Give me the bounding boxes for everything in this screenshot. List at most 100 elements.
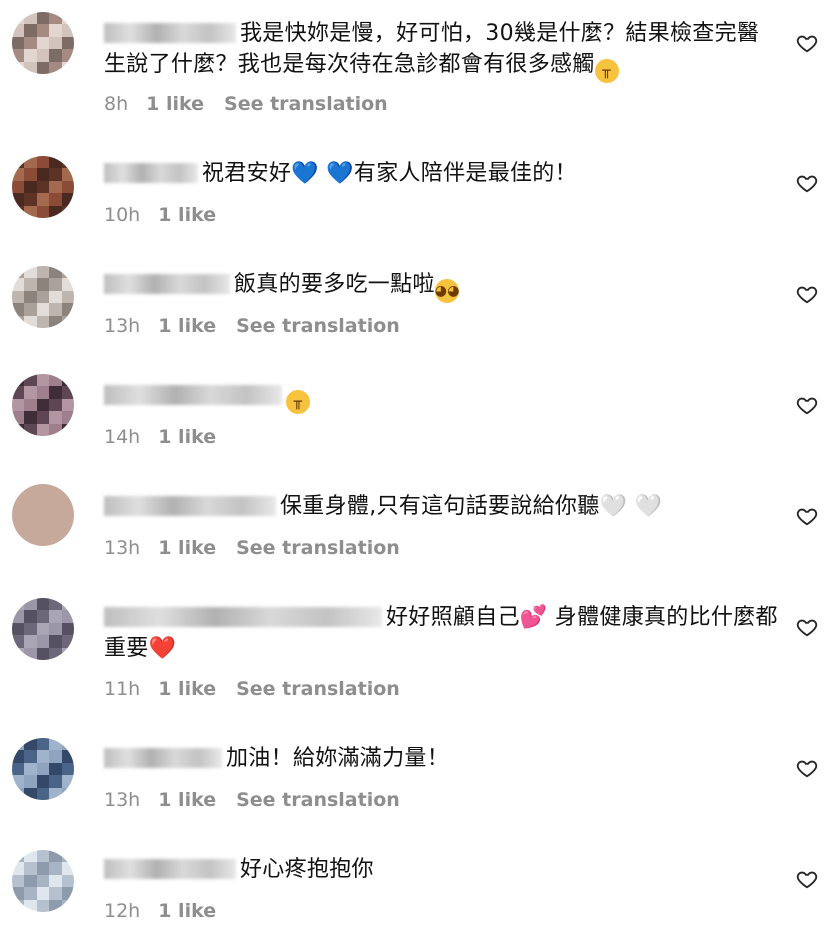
avatar-pixel (61, 266, 74, 279)
avatar-pixel (49, 49, 62, 62)
avatar-pixel (12, 12, 25, 25)
avatar-pixel (12, 775, 25, 788)
avatar-pixel (61, 278, 74, 291)
heart-outline-icon[interactable] (796, 283, 818, 305)
heart-outline-icon[interactable] (796, 757, 818, 779)
comment-meta: 8h 1 like See translation (104, 92, 388, 116)
avatar-pixel (12, 315, 25, 328)
avatar-pixel (24, 787, 37, 800)
comment-text: 加油！給妳滿滿力量！ (104, 743, 780, 774)
avatar-pixel (36, 610, 50, 623)
avatar-pixel (61, 484, 74, 497)
heart-outline-icon[interactable] (796, 868, 818, 890)
avatar-pixel (36, 386, 50, 399)
heart-outline-icon[interactable] (796, 616, 818, 638)
avatar-pixel (24, 887, 37, 900)
timestamp: 8h (104, 93, 129, 115)
avatar-pixel (24, 423, 37, 436)
username-blurred[interactable] (104, 163, 198, 183)
see-translation-link[interactable]: See translation (236, 789, 400, 811)
avatar-pixel (24, 750, 37, 763)
heart-outline-icon[interactable] (796, 394, 818, 416)
avatar-pixel (49, 484, 62, 497)
avatar-pixel (49, 12, 62, 25)
avatar-pixel (24, 496, 37, 509)
avatar-pixel (12, 411, 25, 424)
like-count[interactable]: 1 like (158, 204, 216, 226)
avatar-pixel (24, 24, 37, 37)
avatar-pixel (61, 610, 74, 623)
avatar-pixel (61, 635, 74, 648)
username-blurred[interactable] (104, 385, 282, 405)
avatar[interactable] (12, 156, 74, 218)
avatar-pixel (36, 61, 50, 74)
username-blurred[interactable] (104, 496, 276, 516)
avatar[interactable] (12, 850, 74, 912)
avatar[interactable] (12, 374, 74, 436)
avatar-pixel (49, 887, 62, 900)
like-count[interactable]: 1 like (158, 315, 216, 337)
avatar-pixel (61, 24, 74, 37)
heart-outline-icon[interactable] (796, 32, 818, 54)
avatar[interactable] (12, 484, 74, 546)
timestamp: 13h (104, 315, 141, 337)
comment-text: 祝君安好💙 💙有家人陪伴是最佳的！ (104, 158, 780, 189)
avatar-pixel (24, 386, 37, 399)
avatar[interactable] (12, 738, 74, 800)
avatar[interactable] (12, 266, 74, 328)
like-count[interactable]: 1 like (158, 678, 216, 700)
avatar-pixel (61, 598, 74, 611)
avatar-pixel (24, 521, 37, 534)
like-count[interactable]: 1 like (158, 900, 216, 922)
avatar-pixel (49, 168, 62, 181)
avatar-pixel (49, 303, 62, 316)
username-blurred[interactable] (104, 859, 236, 879)
comment-meta: 12h 1 like (104, 899, 236, 923)
like-count[interactable]: 1 like (158, 426, 216, 448)
username-blurred[interactable] (104, 274, 230, 294)
avatar-pixel (49, 156, 62, 169)
avatar-pixel (24, 156, 37, 169)
avatar-pixel (61, 874, 74, 888)
see-translation-link[interactable]: See translation (236, 537, 400, 559)
like-count[interactable]: 1 like (146, 93, 204, 115)
see-translation-link[interactable]: See translation (224, 93, 388, 115)
avatar-pixel (12, 874, 25, 888)
heart-outline-icon[interactable] (796, 505, 818, 527)
username-blurred[interactable] (104, 748, 222, 768)
see-translation-link[interactable]: See translation (236, 315, 400, 337)
avatar-pixel (12, 36, 25, 50)
avatar-pixel (12, 193, 25, 206)
avatar-pixel (36, 24, 50, 37)
comment-text: 保重身體,只有這句話要說給你聽🤍 🤍 (104, 491, 780, 522)
avatar-pixel (36, 49, 50, 62)
avatar-pixel (36, 193, 50, 206)
pleading-face-emoji: ◕◕ (434, 279, 459, 303)
like-count[interactable]: 1 like (158, 537, 216, 559)
avatar-pixel (49, 180, 62, 194)
like-count[interactable]: 1 like (158, 789, 216, 811)
avatar-pixel (61, 303, 74, 316)
username-blurred[interactable] (104, 23, 236, 43)
avatar-pixel (36, 750, 50, 763)
avatar-pixel (36, 787, 50, 800)
avatar-pixel (49, 738, 62, 751)
avatar-pixel (36, 423, 50, 436)
avatar-pixel (49, 205, 62, 218)
avatar-pixel (12, 508, 25, 522)
heart-outline-icon[interactable] (796, 172, 818, 194)
avatar-pixel (36, 315, 50, 328)
avatar[interactable] (12, 12, 74, 74)
avatar-pixel (24, 762, 37, 776)
avatar-pixel (24, 193, 37, 206)
avatar-pixel (12, 205, 25, 218)
username-blurred[interactable] (104, 607, 382, 627)
avatar-pixel (12, 423, 25, 436)
avatar-pixel (24, 398, 37, 412)
see-translation-link[interactable]: See translation (236, 678, 400, 700)
avatar[interactable] (12, 598, 74, 660)
timestamp: 10h (104, 204, 141, 226)
avatar-pixel (49, 874, 62, 888)
avatar-pixel (49, 850, 62, 863)
avatar-pixel (61, 647, 74, 660)
